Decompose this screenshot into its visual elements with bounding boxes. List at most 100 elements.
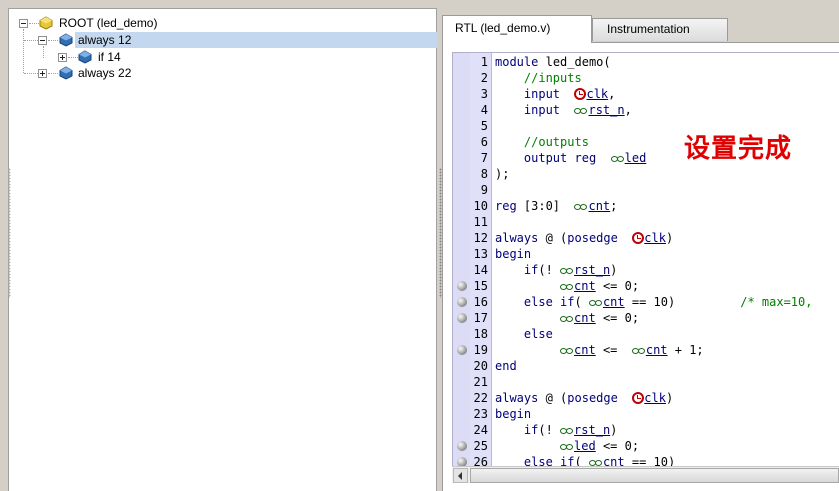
watch-signal-icon[interactable] — [574, 105, 588, 115]
watch-signal-icon[interactable] — [560, 441, 574, 451]
keyword: input — [523, 87, 561, 101]
line-number: 22 — [473, 391, 488, 405]
scrollbar-thumb[interactable] — [470, 468, 839, 483]
line-number: 5 — [480, 119, 488, 133]
code-line[interactable]: 10 reg [3:0] cnt; — [453, 198, 839, 214]
clock-signal-icon[interactable] — [632, 392, 645, 404]
signal-link[interactable]: cnt — [603, 295, 625, 309]
tab-rtl-source[interactable]: RTL (led_demo.v) — [442, 15, 592, 43]
root-module-icon — [39, 16, 53, 30]
watch-signal-icon[interactable] — [588, 297, 603, 307]
code-line[interactable]: 19 cnt <= cnt + 1; — [453, 342, 839, 358]
code-line[interactable]: 26 else if( cnt == 10) — [453, 454, 839, 466]
signal-link[interactable]: cnt — [574, 343, 596, 357]
code-line[interactable]: 2 //inputs — [453, 70, 839, 86]
coverage-bullet-icon[interactable] — [457, 281, 467, 291]
code-line[interactable]: 18 else — [453, 326, 839, 342]
signal-link[interactable]: clk — [644, 391, 666, 405]
watch-signal-icon[interactable] — [588, 457, 603, 466]
tree-node-root[interactable]: ROOT (led_demo) — [15, 15, 415, 31]
line-number: 4 — [480, 103, 488, 117]
code-comment: //inputs — [523, 71, 582, 85]
coverage-bullet-icon[interactable] — [457, 297, 467, 307]
horizontal-scrollbar[interactable] — [452, 466, 839, 483]
left-resize-grip[interactable] — [8, 168, 11, 298]
code-line[interactable]: 21 — [453, 374, 839, 390]
line-number: 2 — [480, 71, 488, 85]
signal-link[interactable]: clk — [586, 87, 608, 101]
code-line[interactable]: 15 cnt <= 0; — [453, 278, 839, 294]
coverage-bullet-icon[interactable] — [457, 441, 467, 451]
code-text: cnt <= 0; — [495, 278, 639, 294]
signal-link[interactable]: cnt — [603, 455, 625, 466]
line-number: 18 — [473, 327, 488, 341]
signal-link[interactable]: led — [625, 151, 647, 165]
code-line[interactable]: 12 always @ (posedge clk) — [453, 230, 839, 246]
signal-link[interactable]: rst_n — [574, 263, 610, 277]
signal-link[interactable]: cnt — [574, 311, 596, 325]
tree-node-always-22[interactable]: always 22 — [15, 65, 415, 81]
tab-instrumentation[interactable]: Instrumentation — [592, 18, 728, 41]
code-line[interactable]: 8); — [453, 166, 839, 182]
watch-signal-icon[interactable] — [560, 281, 574, 291]
code-line[interactable]: 14 if(! rst_n) — [453, 262, 839, 278]
collapse-icon[interactable] — [19, 19, 28, 28]
collapse-icon[interactable] — [38, 36, 47, 45]
code-line[interactable]: 23 begin — [453, 406, 839, 422]
code-line[interactable]: 11 — [453, 214, 839, 230]
tree-node-always-12[interactable]: always 12 — [15, 32, 437, 48]
signal-link[interactable]: rst_n — [588, 103, 624, 117]
watch-signal-icon[interactable] — [610, 153, 625, 163]
code-line[interactable]: 17 cnt <= 0; — [453, 310, 839, 326]
code-text: //outputs — [495, 134, 589, 150]
code-line[interactable]: 25 led <= 0; — [453, 438, 839, 454]
tree-node-if-14[interactable]: if 14 — [15, 49, 415, 65]
signal-link[interactable]: led — [574, 439, 596, 453]
code-line[interactable]: 20 end — [453, 358, 839, 374]
design-tree-pane: ROOT (led_demo) always 12 if 14 always 2… — [8, 8, 437, 491]
signal-link[interactable]: cnt — [574, 279, 596, 293]
code-line[interactable]: 22 always @ (posedge clk) — [453, 390, 839, 406]
clock-signal-icon[interactable] — [574, 88, 587, 100]
expand-icon[interactable] — [38, 69, 47, 78]
code-line[interactable]: 24 if(! rst_n) — [453, 422, 839, 438]
coverage-bullet-icon[interactable] — [457, 345, 467, 355]
code-line[interactable]: 9 — [453, 182, 839, 198]
keyword: input — [523, 103, 561, 117]
coverage-bullet-icon[interactable] — [457, 457, 467, 466]
code-text: ); — [495, 167, 510, 181]
code-line[interactable]: 16 else if( cnt == 10) /* max=10, — [453, 294, 839, 310]
code-text: if(! rst_n) — [523, 423, 618, 437]
watch-signal-icon[interactable] — [631, 345, 646, 355]
keyword: if — [560, 295, 575, 309]
keyword: else — [523, 455, 553, 466]
watch-signal-icon[interactable] — [560, 265, 574, 275]
signal-link[interactable]: cnt — [646, 343, 668, 357]
watch-signal-icon[interactable] — [574, 201, 588, 211]
code-line[interactable]: 1 module led_demo( — [453, 54, 839, 70]
keyword: reg — [574, 151, 597, 165]
keyword: if — [523, 263, 539, 277]
line-number: 23 — [473, 407, 488, 421]
code-text: else — [495, 326, 553, 342]
keyword: module — [495, 55, 539, 69]
code-line[interactable]: 13 begin — [453, 246, 839, 262]
keyword: end — [495, 359, 517, 373]
always-block-icon — [59, 33, 73, 47]
coverage-bullet-icon[interactable] — [457, 313, 467, 323]
expand-icon[interactable] — [58, 53, 67, 62]
scroll-left-arrow-icon[interactable] — [453, 468, 468, 483]
clock-signal-icon[interactable] — [632, 232, 645, 244]
code-line[interactable]: 3 input clk, — [453, 86, 839, 102]
signal-link[interactable]: clk — [644, 231, 666, 245]
watch-signal-icon[interactable] — [560, 345, 574, 355]
signal-link[interactable]: rst_n — [574, 423, 610, 437]
line-number: 17 — [473, 311, 488, 325]
watch-signal-icon[interactable] — [560, 313, 574, 323]
code-view[interactable]: 1 module led_demo(2 //inputs 3 input clk, 4… — [452, 52, 839, 466]
code-text: module led_demo( — [495, 55, 611, 69]
code-line[interactable]: 4 input rst_n, — [453, 102, 839, 118]
signal-link[interactable]: cnt — [588, 199, 610, 213]
line-number: 6 — [480, 135, 488, 149]
watch-signal-icon[interactable] — [560, 425, 574, 435]
